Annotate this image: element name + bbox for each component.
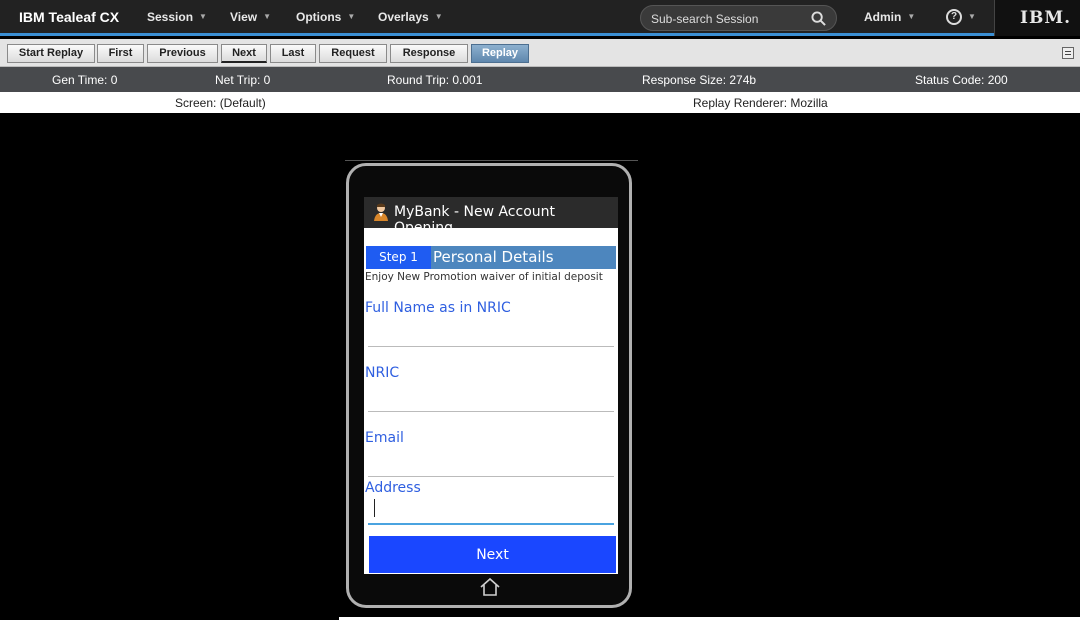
gen-time: Gen Time: 0: [52, 73, 118, 87]
response-button[interactable]: Response: [390, 44, 468, 63]
nric-label: NRIC: [365, 365, 400, 381]
email-input[interactable]: [368, 451, 614, 477]
previous-button[interactable]: Previous: [147, 44, 218, 63]
screen-info-bar: Screen: (Default) Replay Renderer: Mozil…: [0, 92, 1080, 113]
replay-viewport: MyBank - New Account Opening Step 1 Pers…: [0, 113, 1080, 620]
menu-options-label: Options: [296, 10, 342, 24]
menu-session-label: Session: [147, 10, 194, 24]
last-button[interactable]: Last: [270, 44, 316, 63]
menu-session[interactable]: Session ▼: [147, 10, 207, 24]
email-label: Email: [365, 430, 404, 446]
home-icon[interactable]: [479, 577, 501, 597]
replay-renderer: Replay Renderer: Mozilla: [693, 96, 828, 110]
user-avatar-icon: [374, 203, 388, 221]
start-replay-button[interactable]: Start Replay: [7, 44, 95, 63]
replay-toolbar: Start Replay First Previous Next Last Re…: [0, 39, 1080, 67]
top-nav: IBM Tealeaf CX Session ▼ View ▼ Options ▼ O…: [0, 0, 1080, 36]
text-cursor: [374, 499, 375, 517]
sub-search-input[interactable]: [651, 11, 801, 27]
response-size: Response Size: 274b: [642, 73, 757, 87]
step-title: Personal Details: [433, 248, 554, 266]
phone-frame: MyBank - New Account Opening Step 1 Pers…: [346, 163, 632, 608]
menu-view-label: View: [230, 10, 258, 24]
net-trip: Net Trip: 0: [215, 73, 271, 87]
first-button[interactable]: First: [97, 44, 144, 63]
next-button[interactable]: Next: [221, 44, 267, 63]
menu-admin-label: Admin: [864, 10, 902, 24]
step-badge: Step 1: [366, 246, 431, 269]
replay-stats-bar: Gen Time: 0 Net Trip: 0 Round Trip: 0.00…: [0, 67, 1080, 92]
menu-options[interactable]: Options ▼: [296, 10, 355, 24]
chevron-down-icon: ▼: [434, 12, 443, 21]
menu-admin[interactable]: Admin ▼: [864, 10, 915, 24]
full-name-label: Full Name as in NRIC: [365, 300, 511, 316]
replay-tab-button[interactable]: Replay: [471, 44, 529, 63]
panel-menu-icon[interactable]: [1062, 47, 1074, 59]
search-icon[interactable]: [811, 11, 826, 26]
chevron-down-icon[interactable]: ▼: [968, 12, 976, 21]
ibm-logo-box: IBM.: [994, 0, 1080, 36]
chevron-down-icon: ▼: [263, 12, 272, 21]
sub-search-box: [640, 5, 837, 31]
divider: [345, 160, 638, 161]
promo-text: Enjoy New Promotion waiver of initial de…: [365, 271, 603, 283]
address-input[interactable]: [368, 499, 614, 525]
app-brand[interactable]: IBM Tealeaf CX: [19, 9, 119, 25]
chevron-down-icon: ▼: [199, 12, 207, 21]
menu-overlays[interactable]: Overlays ▼: [378, 10, 443, 24]
nric-input[interactable]: [368, 386, 614, 412]
address-label: Address: [365, 480, 421, 496]
menu-view[interactable]: View ▼: [230, 10, 271, 24]
help-icon[interactable]: ?: [946, 9, 962, 25]
menu-overlays-label: Overlays: [378, 10, 429, 24]
status-code: Status Code: 200: [915, 73, 1008, 87]
full-name-input[interactable]: [368, 321, 614, 347]
ibm-logo: IBM.: [1020, 8, 1072, 28]
chevron-down-icon: ▼: [347, 12, 356, 21]
app-screen: Step 1 Personal Details Enjoy New Promot…: [364, 228, 618, 574]
chevron-down-icon: ▼: [907, 12, 916, 21]
round-trip: Round Trip: 0.001: [387, 73, 483, 87]
screen-name: Screen: (Default): [175, 96, 266, 110]
app-header: MyBank - New Account Opening: [364, 197, 618, 236]
step-header: Step 1 Personal Details: [366, 246, 616, 269]
form-next-button[interactable]: Next: [369, 536, 616, 573]
request-button[interactable]: Request: [319, 44, 387, 63]
